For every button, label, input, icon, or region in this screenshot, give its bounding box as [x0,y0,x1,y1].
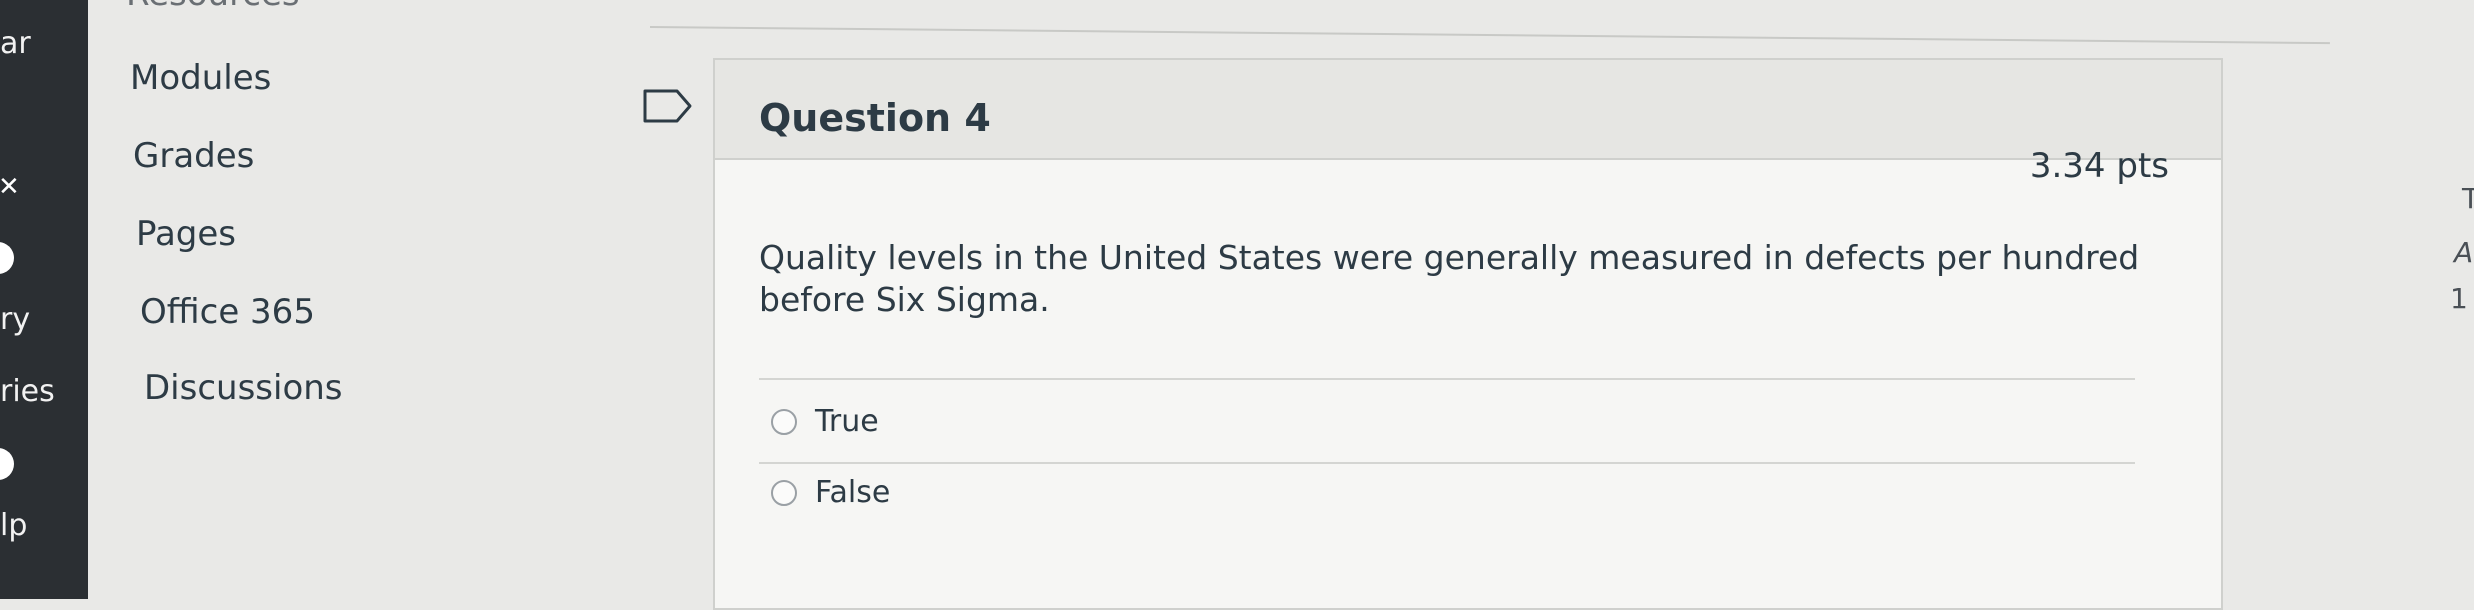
divider [759,378,2135,380]
question-title: Question 4 [759,96,991,140]
sidebar-fragment: T [2462,182,2474,215]
course-nav-office365[interactable]: Office 365 [140,292,315,332]
answer-label: False [815,475,891,510]
help-icon[interactable] [0,448,14,480]
nav-icon[interactable] [0,242,14,274]
global-nav-item[interactable]: lp [0,508,27,543]
radio-button[interactable] [771,479,797,506]
close-icon[interactable]: ✕ [0,172,20,202]
global-nav-item[interactable]: ries [0,374,55,409]
sidebar-fragment: A [2454,236,2474,269]
sidebar-fragment: 1 [2450,282,2468,315]
question-text: Quality levels in the United States were… [759,238,2140,319]
question-card: Question 4 3.34 pts Quality levels in th… [713,58,2223,610]
divider [649,26,2330,45]
divider [759,462,2135,464]
course-nav-resources[interactable]: Resources [126,0,300,14]
global-nav-item[interactable]: ry [0,302,30,337]
course-nav-grades[interactable]: Grades [133,136,254,176]
course-nav-discussions[interactable]: Discussions [144,368,343,408]
flag-question-icon[interactable] [643,89,693,123]
answer-false[interactable]: False [771,475,890,510]
global-nav-item[interactable]: ar [0,26,31,61]
answer-label: True [815,404,879,439]
course-nav-pages[interactable]: Pages [136,214,236,254]
question-header: Question 4 [715,60,2221,160]
radio-button[interactable] [771,408,797,435]
course-nav-modules[interactable]: Modules [130,58,271,98]
answer-true[interactable]: True [771,404,879,439]
global-nav: ar ✕ ry ries lp [0,0,88,599]
question-points: 3.34 pts [2029,146,2169,186]
